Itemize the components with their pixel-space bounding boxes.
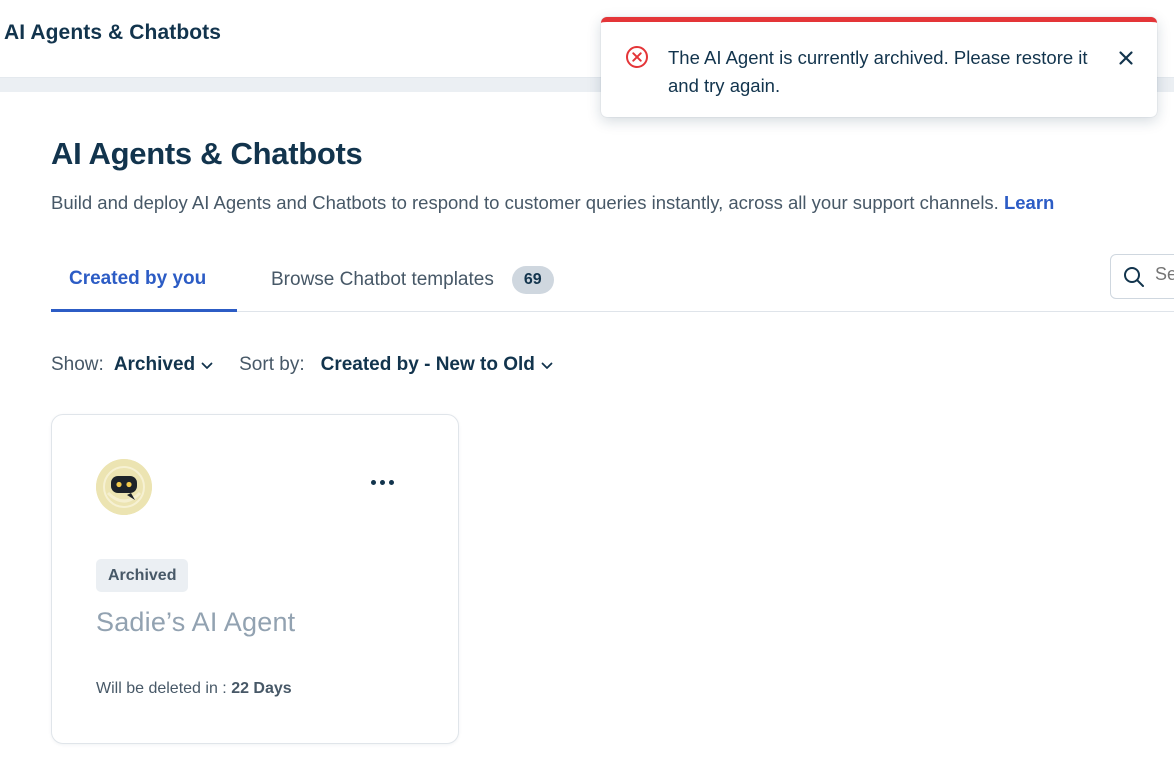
sort-group: Sort by: Created by - New to Old xyxy=(239,354,553,376)
page-description-text: Build and deploy AI Agents and Chatbots … xyxy=(51,192,999,213)
templates-count-badge: 69 xyxy=(511,266,554,294)
header-title: AI Agents & Chatbots xyxy=(4,21,222,44)
status-badge: Archived xyxy=(96,559,189,592)
filter-bar: Show: Archived Sort by: Created by - New… xyxy=(51,352,553,378)
agent-name[interactable]: Sadie’s AI Agent xyxy=(96,607,295,638)
learn-more-link[interactable]: Learn xyxy=(1004,192,1054,213)
error-circle-icon xyxy=(625,45,649,74)
sort-label: Sort by: xyxy=(239,354,305,375)
error-toast: The AI Agent is currently archived. Plea… xyxy=(601,17,1157,117)
chevron-down-icon xyxy=(535,354,553,376)
more-options-button[interactable] xyxy=(364,471,400,493)
page-title: AI Agents & Chatbots xyxy=(51,136,363,171)
deletion-label: Will be deleted in : xyxy=(96,680,227,697)
tab-created-by-you[interactable]: Created by you xyxy=(51,248,237,312)
sort-dropdown[interactable]: Created by - New to Old xyxy=(321,354,553,376)
agent-card[interactable]: Archived Sadie’s AI Agent Will be delete… xyxy=(51,414,459,744)
more-horizontal-icon xyxy=(369,479,396,485)
robot-avatar-icon xyxy=(96,459,152,515)
tab-browse-templates-label: Browse Chatbot templates xyxy=(271,269,494,290)
search-box[interactable] xyxy=(1110,254,1174,299)
show-filter-value: Archived xyxy=(113,354,196,375)
tab-browse-templates[interactable]: Browse Chatbot templates 69 xyxy=(271,248,554,312)
close-icon[interactable] xyxy=(1115,47,1137,69)
toast-message: The AI Agent is currently archived. Plea… xyxy=(668,47,1088,96)
deletion-notice: Will be deleted in : 22 Days xyxy=(96,680,292,698)
deletion-days: 22 Days xyxy=(231,680,292,697)
page-description: Build and deploy AI Agents and Chatbots … xyxy=(51,192,1054,214)
tab-bar: Created by you Browse Chatbot templates … xyxy=(51,248,1174,312)
show-filter-dropdown[interactable]: Archived xyxy=(114,354,213,376)
chevron-down-icon xyxy=(195,354,213,376)
sort-value: Created by - New to Old xyxy=(320,354,535,375)
search-input[interactable] xyxy=(1155,264,1174,285)
tab-created-by-you-label: Created by you xyxy=(69,267,207,289)
search-icon xyxy=(1123,266,1145,293)
show-filter-label: Show: xyxy=(51,354,104,375)
